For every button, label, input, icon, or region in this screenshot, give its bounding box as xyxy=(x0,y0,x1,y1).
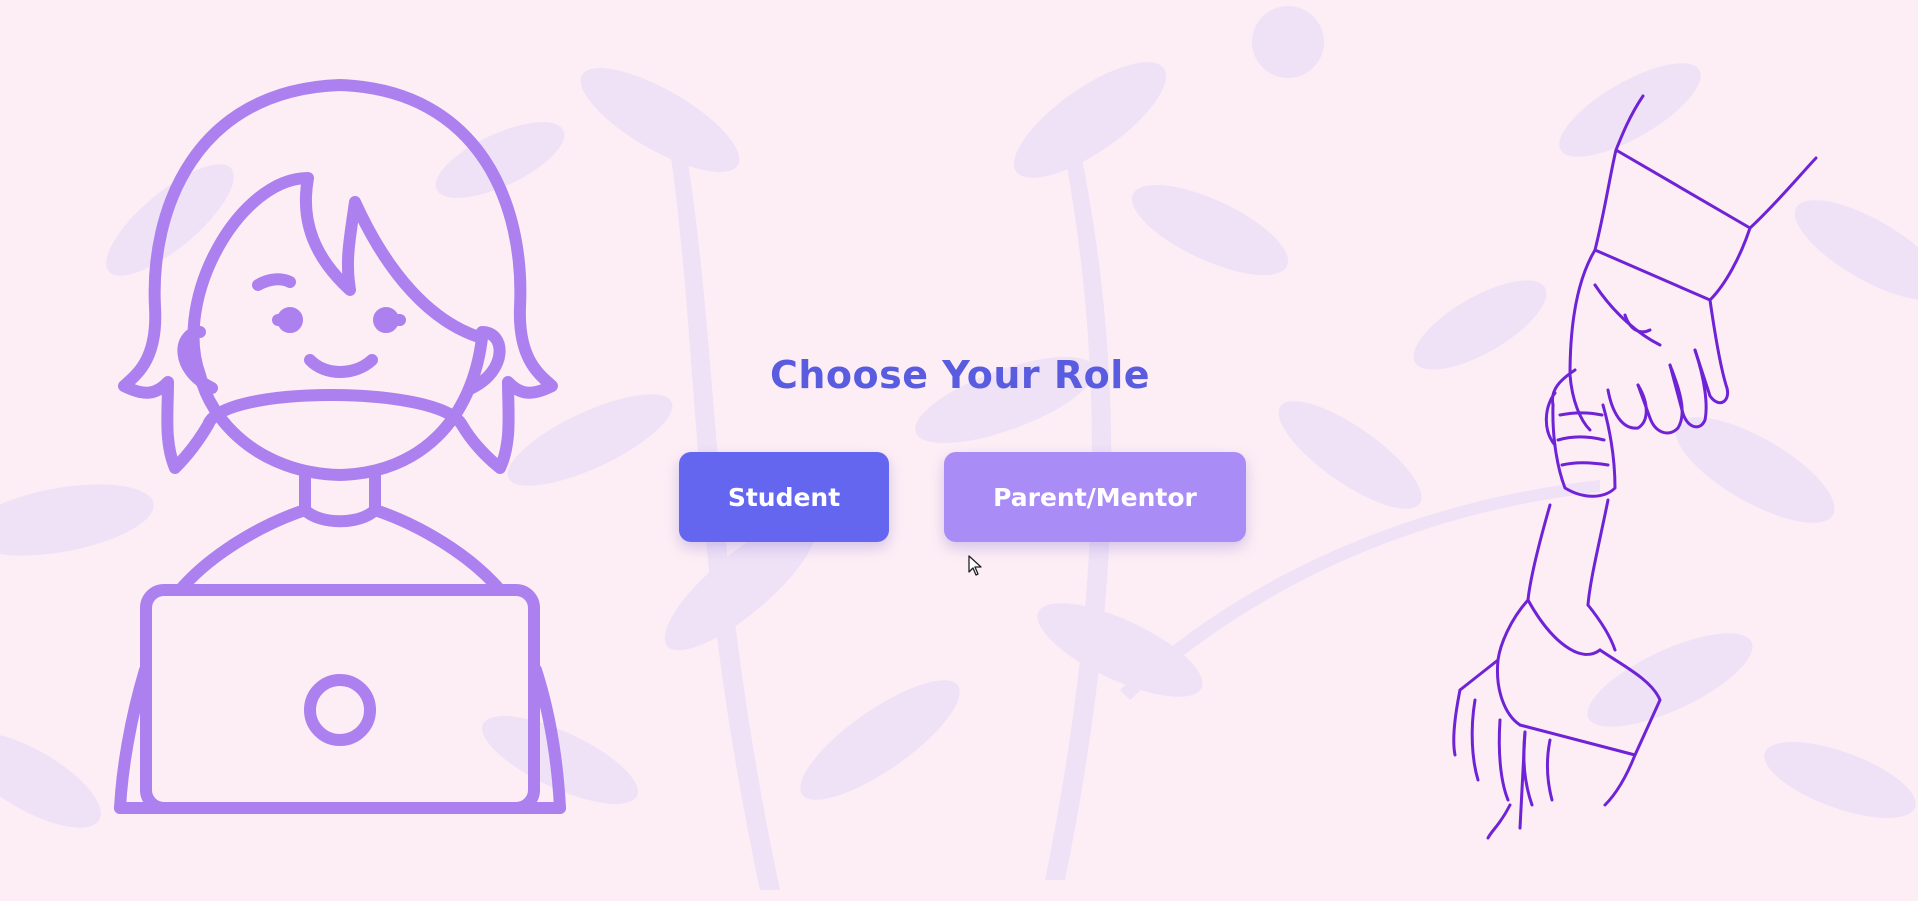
mouse-pointer-icon xyxy=(968,555,982,576)
holding-hands-illustration xyxy=(1452,94,1818,840)
role-selection-panel: Choose Your Role Student Parent/Mentor xyxy=(660,345,1260,565)
page-title: Choose Your Role xyxy=(769,353,1151,397)
parent-mentor-button[interactable]: Parent/Mentor xyxy=(944,452,1246,542)
student-with-laptop-illustration xyxy=(114,79,566,814)
student-button[interactable]: Student xyxy=(679,452,889,542)
